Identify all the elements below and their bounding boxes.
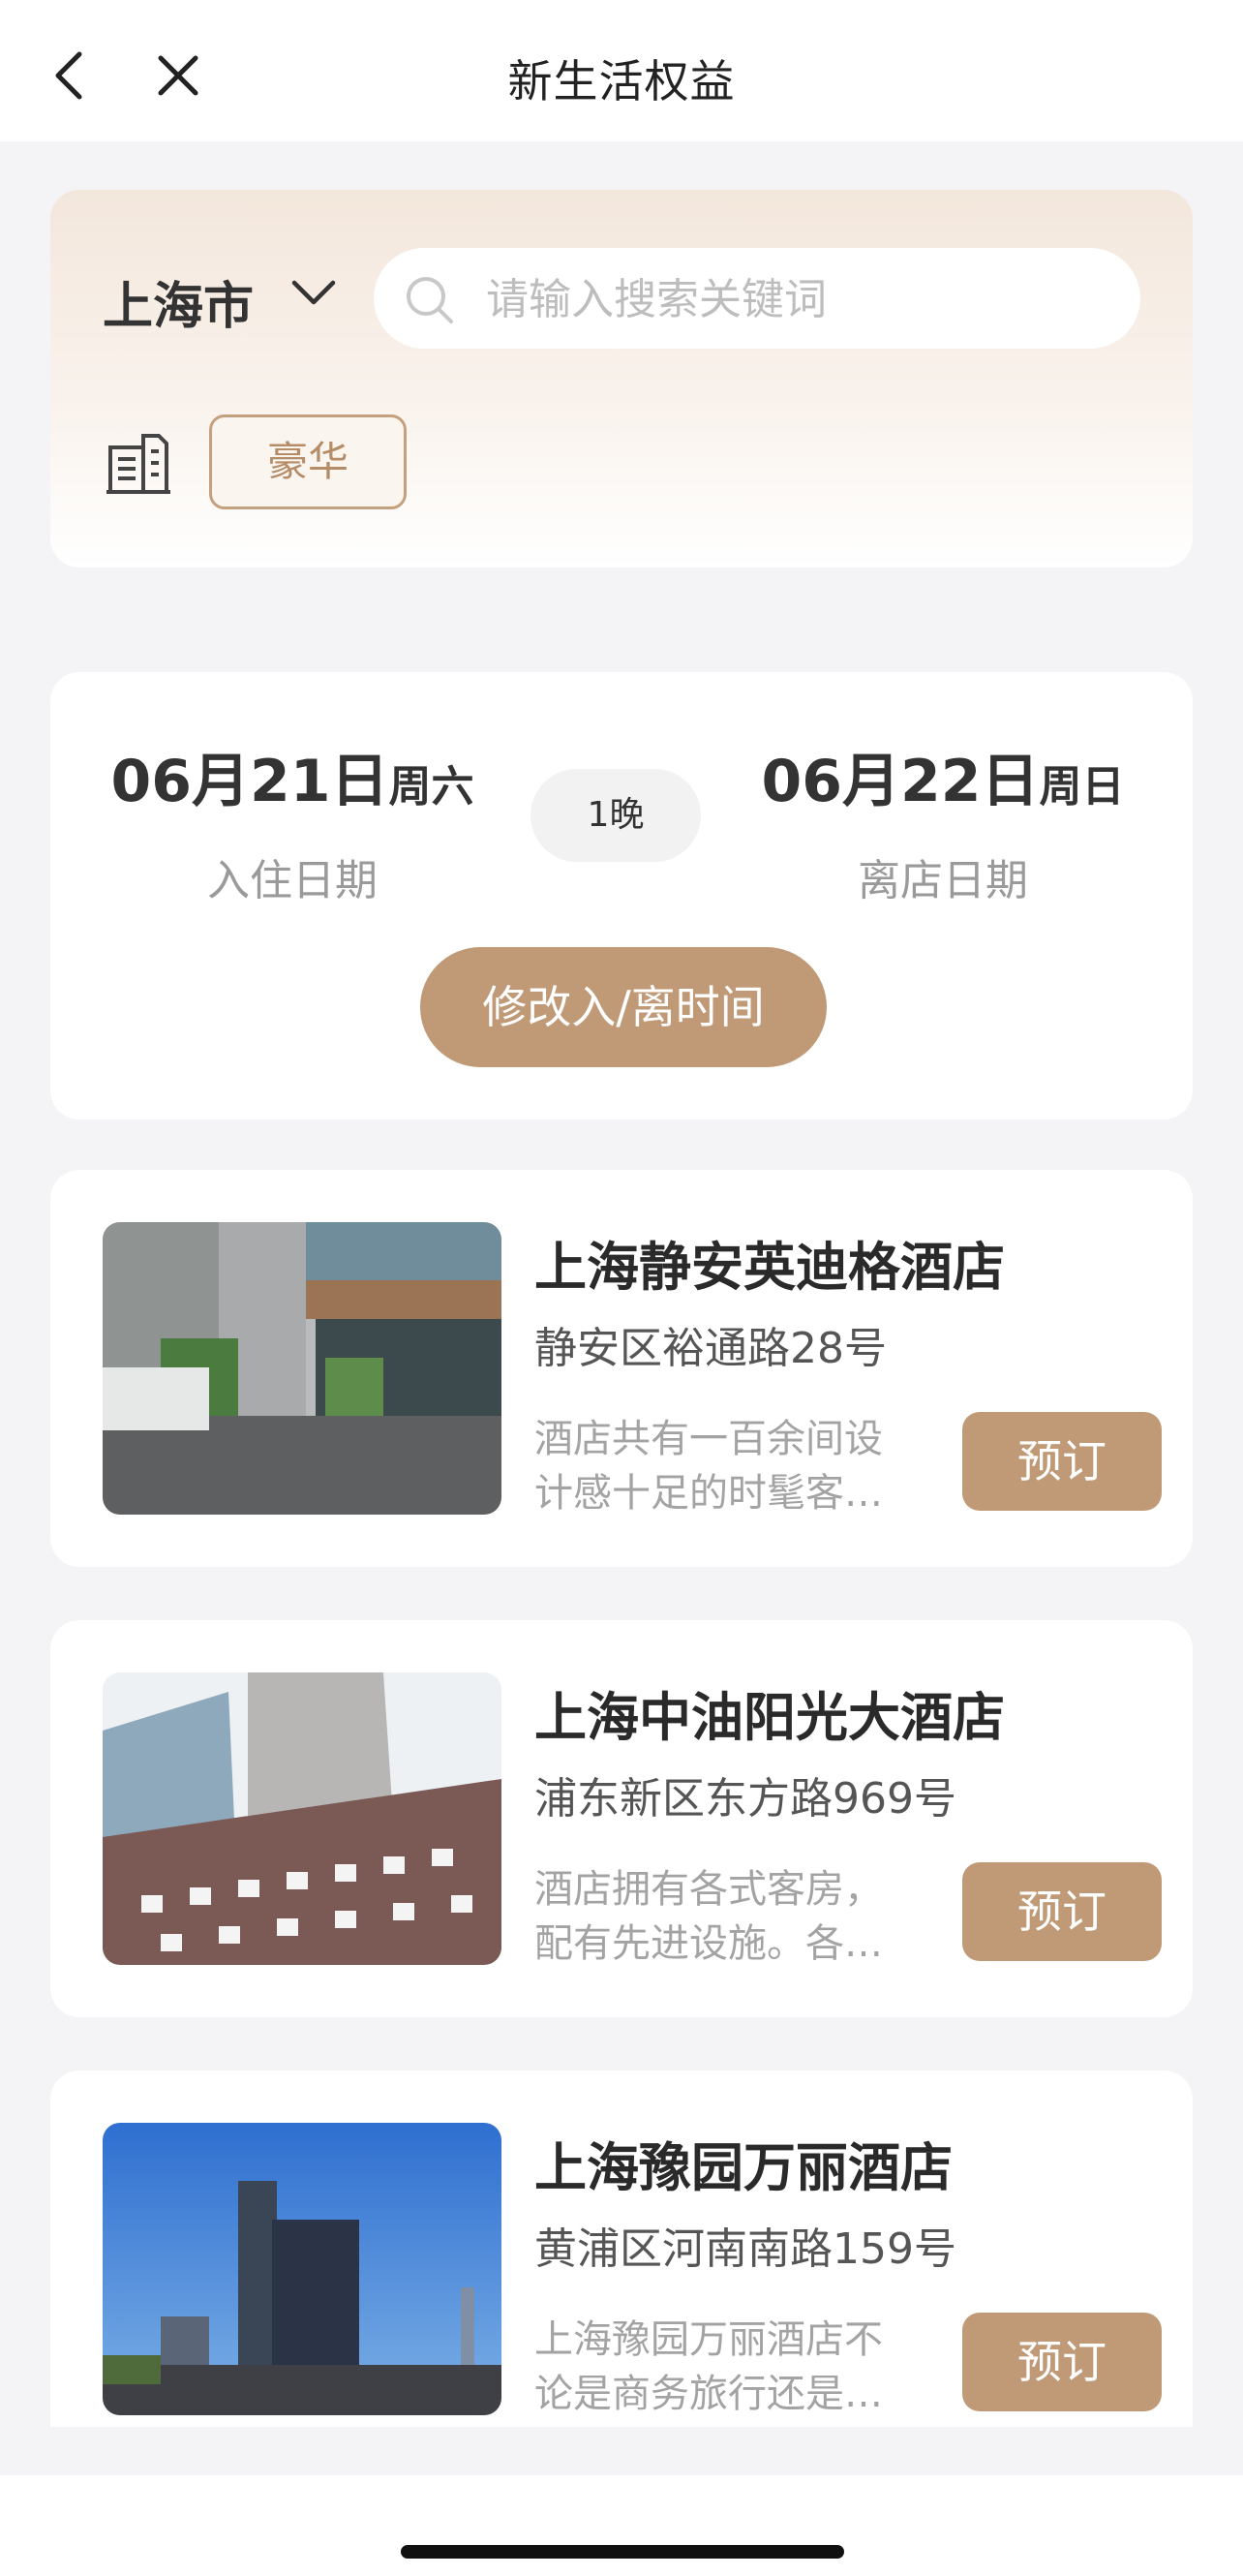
hotel-name: 上海中油阳光大酒店 [534, 1687, 1005, 1748]
checkout-date: 06月22日周日 [761, 748, 1125, 815]
home-indicator[interactable] [401, 2545, 844, 2559]
hotel-image [103, 1222, 501, 1515]
checkout-date-block[interactable]: 06月22日周日 离店日期 [740, 734, 1146, 907]
building-icon [106, 434, 170, 494]
checkin-weekday: 周六 [388, 762, 474, 812]
filter-tag-luxury[interactable]: 豪华 [209, 414, 407, 509]
search-card: 上海市 豪华 [50, 190, 1193, 567]
hotel-address: 黄浦区河南南路159号 [534, 2224, 956, 2274]
checkin-date-block[interactable]: 06月21日周六 入住日期 [89, 734, 496, 907]
date-card: 06月21日周六 入住日期 1晚 06月22日周日 离店日期 修改入/离时间 [50, 672, 1193, 1119]
hotel-card[interactable]: 上海静安英迪格酒店 静安区裕通路28号 酒店共有一百余间设计感十足的时髦客… 预… [50, 1170, 1193, 1567]
hotel-address: 静安区裕通路28号 [534, 1324, 887, 1373]
book-button[interactable]: 预订 [962, 1862, 1162, 1961]
checkin-label: 入住日期 [207, 856, 378, 905]
search-bar[interactable] [374, 248, 1140, 349]
chevron-down-icon[interactable] [288, 273, 339, 312]
hotel-description: 上海豫园万丽酒店不论是商务旅行还是… [534, 2317, 883, 2416]
checkin-date: 06月21日周六 [110, 748, 474, 815]
hotel-image [103, 2123, 501, 2415]
modify-dates-button[interactable]: 修改入/离时间 [420, 947, 827, 1067]
checkout-weekday: 周日 [1039, 762, 1125, 812]
search-input[interactable] [484, 265, 1107, 333]
hotel-name: 上海静安英迪格酒店 [534, 1237, 1005, 1298]
nav-header: 新生活权益 [0, 0, 1243, 141]
hotel-description: 酒店共有一百余间设计感十足的时髦客… [534, 1417, 883, 1516]
checkout-label: 离店日期 [858, 856, 1028, 905]
hotel-name: 上海豫园万丽酒店 [534, 2137, 953, 2198]
city-selector[interactable]: 上海市 [103, 265, 254, 338]
hotel-card[interactable]: 上海豫园万丽酒店 黄浦区河南南路159号 上海豫园万丽酒店不论是商务旅行还是… … [50, 2070, 1193, 2427]
page-title: 新生活权益 [507, 55, 736, 107]
hotel-image [103, 1672, 501, 1965]
book-button[interactable]: 预订 [962, 1412, 1162, 1511]
bottom-safe-area [0, 2475, 1243, 2576]
search-icon [407, 277, 453, 323]
hotel-address: 浦东新区东方路969号 [534, 1774, 956, 1824]
nights-badge: 1晚 [531, 769, 701, 862]
hotel-card[interactable]: 上海中油阳光大酒店 浦东新区东方路969号 酒店拥有各式客房，配有先进设施。各…… [50, 1620, 1193, 2017]
book-button[interactable]: 预订 [962, 2313, 1162, 2411]
hotel-description: 酒店拥有各式客房，配有先进设施。各… [534, 1867, 883, 1966]
